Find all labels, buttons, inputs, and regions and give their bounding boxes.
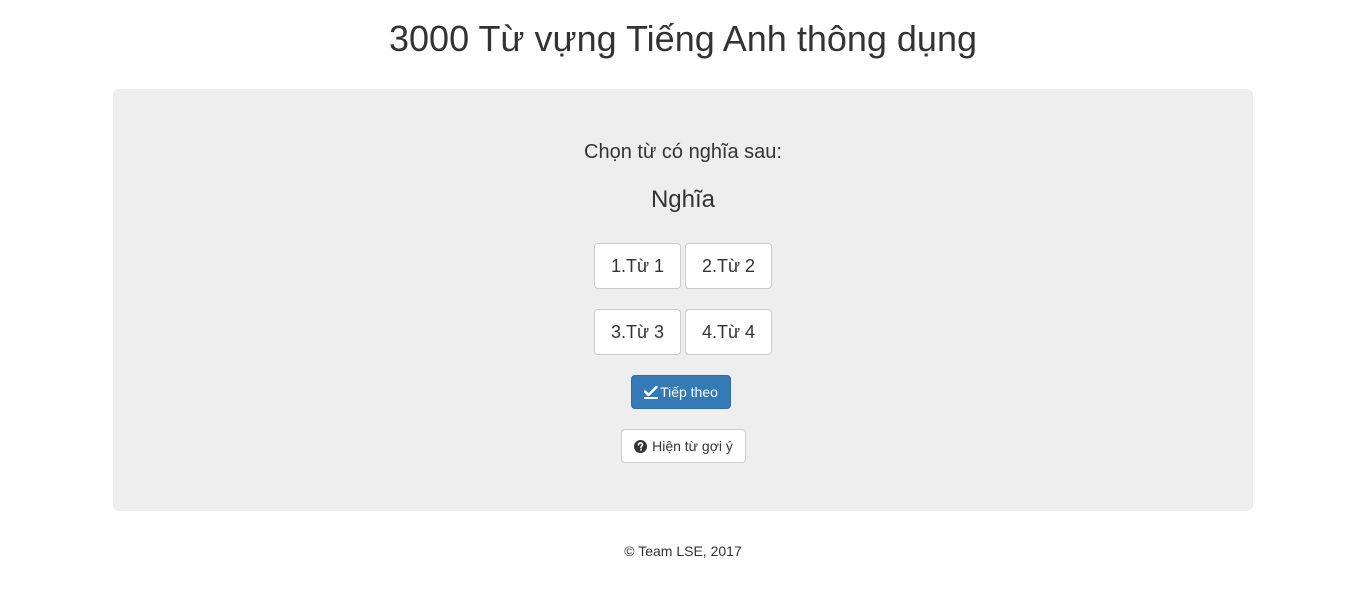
check-pencil-icon: [644, 385, 659, 399]
question-circle-icon: [634, 439, 648, 453]
show-hint-label: Hiện từ gợi ý: [652, 438, 733, 454]
page-title: 3000 Từ vựng Tiếng Anh thông dụng: [389, 18, 977, 59]
choice-button-2[interactable]: 2.Từ 2: [685, 243, 772, 289]
footer-copyright: © Team LSE, 2017: [624, 543, 742, 559]
next-button[interactable]: Tiếp theo: [631, 375, 731, 409]
choice-button-3[interactable]: 3.Từ 3: [594, 309, 681, 355]
show-hint-button[interactable]: Hiện từ gợi ý: [621, 429, 746, 463]
next-button-label: Tiếp theo: [660, 384, 718, 400]
choice-button-1[interactable]: 1.Từ 1: [594, 243, 681, 289]
quiz-panel: Chọn từ có nghĩa sau: Nghĩa 1.Từ 1 2.Từ …: [113, 89, 1253, 511]
choice-button-4[interactable]: 4.Từ 4: [685, 309, 772, 355]
quiz-prompt: Chọn từ có nghĩa sau:: [584, 141, 782, 163]
word-meaning: Nghĩa: [650, 186, 716, 213]
